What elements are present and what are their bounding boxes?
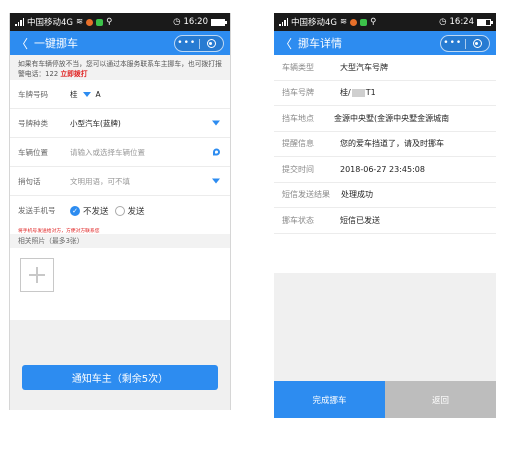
notify-owner-button[interactable]: 通知车主（剩余5次） xyxy=(22,365,218,390)
complete-move-button[interactable]: 完成挪车 xyxy=(274,381,385,418)
radio-unchecked-icon xyxy=(114,205,125,216)
chevron-down-icon[interactable] xyxy=(212,178,220,184)
detail-row-plate: 挡车号牌 桂/T1 xyxy=(274,81,496,106)
plate-type-label: 号牌种类 xyxy=(18,118,48,128)
carrier-label: 中国移动4G xyxy=(291,18,337,28)
usb-icon: ⚲ xyxy=(106,17,113,27)
detail-label: 车辆类型 xyxy=(282,62,314,72)
notice-text: 如果有车辆停放不当，您可以通过本服务联系车主挪车，也可拨打报警电话：122 xyxy=(18,60,222,78)
battery-icon xyxy=(477,18,493,26)
nav-bar: 〈 一键挪车 ••• xyxy=(10,31,230,55)
add-photo-button[interactable] xyxy=(20,258,54,292)
detail-row-submit-time: 提交时间 2018-06-27 23:45:08 xyxy=(274,157,496,183)
sms-row: 发送手机号 ✓ 不发送 发送 xyxy=(10,196,230,225)
right-screen: 中国移动4G ≋ ⚲ ◷ 16:24 〈 挪车详情 ••• 车辆类型 大型汽车号… xyxy=(274,13,496,418)
detail-row-location: 挡车地点 金源中央墅(金源中央墅金源城南 xyxy=(274,106,496,132)
detail-value: 处理成功 xyxy=(341,190,373,200)
action-bar: 完成挪车 返回 xyxy=(274,381,496,418)
wifi-icon: ≋ xyxy=(340,17,348,27)
app-notification-icon xyxy=(350,18,358,26)
close-mini-program-button[interactable] xyxy=(466,39,490,48)
call-now-link[interactable]: 立即拨打 xyxy=(60,70,87,78)
redacted-mask xyxy=(351,88,365,97)
status-bar: 中国移动4G ≋ ⚲ ◷ 16:24 xyxy=(274,13,496,31)
notice-banner: 如果有车辆停放不当，您可以通过本服务联系车主挪车，也可拨打报警电话：122 立即… xyxy=(10,55,230,80)
detail-value: 大型汽车号牌 xyxy=(340,62,388,72)
signal-icon xyxy=(279,18,288,26)
detail-label: 提交时间 xyxy=(282,164,314,174)
detail-label: 挡车号牌 xyxy=(282,88,314,98)
plate-label: 车牌号码 xyxy=(18,89,48,99)
detail-row-vehicle-type: 车辆类型 大型汽车号牌 xyxy=(274,55,496,81)
close-ring-icon xyxy=(472,39,482,48)
detail-value: 您的爱车挡道了，请及时挪车 xyxy=(340,139,444,149)
close-ring-icon xyxy=(206,39,216,48)
sms-warning: 将手机号发送给对方，方便对方联系您 xyxy=(18,229,100,234)
close-mini-program-button[interactable] xyxy=(200,39,224,48)
detail-label: 短信发送结果 xyxy=(282,190,330,200)
more-icon[interactable]: ••• xyxy=(175,36,199,51)
page-title: 一键挪车 xyxy=(34,37,79,50)
chevron-down-icon xyxy=(82,91,91,97)
plate-prefix: 桂/ xyxy=(340,88,351,98)
province-value: 桂 xyxy=(70,89,78,99)
detail-row-status: 挪车状态 短信已发送 xyxy=(274,208,496,234)
province-select[interactable]: 桂 A xyxy=(70,89,101,100)
sms-label: 发送手机号 xyxy=(18,206,56,215)
mini-program-capsule: ••• xyxy=(174,35,224,52)
status-bar: 中国移动4G ≋ ⚲ ◷ 16:20 xyxy=(10,13,230,31)
detail-row-reminder: 提醒信息 您的爱车挡道了，请及时挪车 xyxy=(274,132,496,157)
detail-value: 短信已发送 xyxy=(340,215,380,225)
empty-area xyxy=(274,273,496,381)
clock-time: 16:24 xyxy=(449,17,475,27)
radio-no-send[interactable]: ✓ 不发送 xyxy=(70,205,109,217)
nav-bar: 〈 挪车详情 ••• xyxy=(274,31,496,55)
detail-label: 挡车地点 xyxy=(282,113,314,123)
return-button[interactable]: 返回 xyxy=(385,381,496,418)
alarm-icon: ◷ xyxy=(439,17,447,27)
location-row: 车辆位置 请输入或选择车辆位置 xyxy=(10,138,230,167)
clock-time: 16:20 xyxy=(183,17,209,27)
back-icon[interactable]: 〈 xyxy=(16,35,28,52)
radio-no-send-label: 不发送 xyxy=(83,206,109,217)
detail-value: 2018-06-27 23:45:08 xyxy=(340,164,425,174)
detail-label: 提醒信息 xyxy=(282,139,314,149)
message-label: 捎句话 xyxy=(18,176,41,186)
location-input[interactable]: 请输入或选择车辆位置 xyxy=(70,147,145,158)
more-icon[interactable]: ••• xyxy=(441,36,465,51)
back-icon[interactable]: 〈 xyxy=(280,35,292,52)
detail-row-sms-result: 短信发送结果 处理成功 xyxy=(274,183,496,208)
usb-icon: ⚲ xyxy=(370,17,377,27)
signal-icon xyxy=(15,18,24,26)
detail-label: 挪车状态 xyxy=(282,215,314,225)
wechat-notification-icon xyxy=(96,18,104,26)
message-row: 捎句话 文明用语，可不填 xyxy=(10,167,230,196)
page-title: 挪车详情 xyxy=(298,37,343,50)
radio-send-label: 发送 xyxy=(127,206,145,217)
mini-program-capsule: ••• xyxy=(440,35,490,52)
plate-letter-input[interactable]: A xyxy=(96,90,101,99)
detail-value: 金源中央墅(金源中央墅金源城南 xyxy=(334,113,450,123)
location-pin-icon[interactable] xyxy=(213,148,220,156)
chevron-down-icon xyxy=(212,120,220,126)
plate-type-row[interactable]: 号牌种类 小型汽车(蓝牌) xyxy=(10,109,230,138)
location-label: 车辆位置 xyxy=(18,147,48,157)
wifi-icon: ≋ xyxy=(76,17,84,27)
photos-header: 相关照片（最多3张） xyxy=(10,234,230,248)
radio-send[interactable]: 发送 xyxy=(114,205,145,217)
radio-checked-icon: ✓ xyxy=(70,205,80,216)
message-input[interactable]: 文明用语，可不填 xyxy=(70,176,130,187)
app-notification-icon xyxy=(86,18,94,26)
alarm-icon: ◷ xyxy=(173,17,181,27)
carrier-label: 中国移动4G xyxy=(27,18,73,28)
battery-icon xyxy=(211,18,227,26)
left-screen: 中国移动4G ≋ ⚲ ◷ 16:20 〈 一键挪车 ••• 如果有车辆停放不当，… xyxy=(9,13,231,410)
plate-type-value: 小型汽车(蓝牌) xyxy=(70,118,121,128)
wechat-notification-icon xyxy=(360,18,368,26)
plate-suffix: T1 xyxy=(365,88,376,98)
plate-row: 车牌号码 桂 A xyxy=(10,80,230,109)
detail-value: 桂/T1 xyxy=(340,87,376,98)
